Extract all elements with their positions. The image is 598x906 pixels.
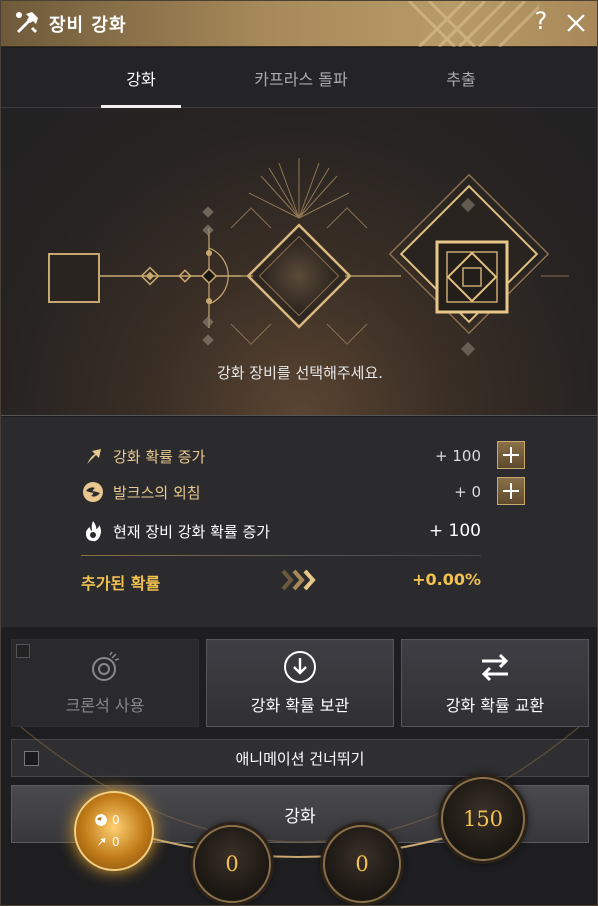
- material-orb-mid[interactable]: 0: [323, 825, 401, 903]
- added-chance-label: 추가된 확률: [81, 574, 161, 593]
- title-bar-pattern: [407, 1, 539, 47]
- exchange-chance-button[interactable]: 강화 확률 교환: [401, 639, 589, 727]
- stats-divider: [81, 555, 481, 556]
- enhancement-window: 장비 강화 ? 강화 카프라스 돌파 추출 강화 장비를 선택해주세요. 강화 …: [0, 0, 598, 906]
- chance-count-row: 0: [94, 831, 120, 853]
- arrow-up-icon: [87, 449, 101, 464]
- enhance-label: 강화: [284, 806, 316, 827]
- swap-arrows-icon: [481, 653, 509, 682]
- stat-row-enhance-chance: 강화 확률 증가 + 100: [81, 443, 481, 469]
- cron-stone-icon: [92, 651, 120, 681]
- tab-caphras-breakthrough[interactable]: 카프라스 돌파: [231, 48, 371, 108]
- actions-panel: 크론석 사용 강화 확률 보관 강화 확률 교환 애니메이션 건너뛰기 강화 0…: [1, 627, 597, 905]
- stat-row-current-chance: 현재 장비 강화 확률 증가 + 100: [81, 518, 481, 544]
- material-orb-left[interactable]: 0: [193, 825, 271, 903]
- add-enhance-chance-button[interactable]: [497, 441, 525, 469]
- valks-count-row: 0: [94, 809, 120, 831]
- hammer-wrench-icon: [16, 12, 38, 33]
- stat-label: 발크스의 외침: [113, 483, 201, 502]
- cron-label: 크론석 사용: [65, 696, 145, 715]
- stat-value: + 100: [435, 447, 481, 465]
- stat-label: 강화 확률 증가: [113, 447, 206, 466]
- valks-orb-icon: [83, 482, 103, 502]
- cost-orb[interactable]: 150: [441, 777, 525, 861]
- added-chance-row: 추가된 확률 +0.00%: [81, 567, 481, 595]
- tab-enhance[interactable]: 강화: [101, 48, 181, 108]
- valks-stack-orb[interactable]: 0 0: [74, 791, 154, 871]
- stat-label: 현재 장비 강화 확률 증가: [113, 522, 271, 541]
- help-button[interactable]: ?: [529, 7, 553, 39]
- skip-animation-label: 애니메이션 건너뛰기: [235, 749, 365, 768]
- stat-value: + 100: [428, 521, 481, 541]
- cron-checkbox[interactable]: [16, 644, 30, 658]
- exchange-label: 강화 확률 교환: [445, 696, 545, 715]
- flame-icon: [85, 521, 101, 542]
- enhancement-visual: 강화 장비를 선택해주세요.: [1, 108, 597, 416]
- window-title: 장비 강화: [49, 15, 127, 36]
- select-equipment-message: 강화 장비를 선택해주세요.: [216, 364, 384, 382]
- store-label: 강화 확률 보관: [250, 696, 350, 715]
- add-valks-cry-button[interactable]: [497, 477, 525, 505]
- download-circle-icon: [284, 651, 316, 683]
- valks-count: 0: [112, 813, 120, 827]
- close-icon[interactable]: [563, 9, 589, 37]
- use-cron-stone-button[interactable]: 크론석 사용: [11, 639, 199, 727]
- stats-panel: 강화 확률 증가 + 100 발크스의 외침 + 0 현재 장비 강화 확률 증…: [1, 417, 597, 627]
- skip-animation-toggle[interactable]: 애니메이션 건너뛰기: [11, 739, 589, 777]
- skip-animation-checkbox[interactable]: [24, 751, 39, 766]
- rays-decoration: [248, 158, 350, 219]
- item-slot[interactable]: [48, 253, 100, 303]
- arrow-up-icon: [97, 837, 106, 847]
- chance-count: 0: [112, 835, 120, 849]
- valks-orb-icon: [95, 814, 107, 826]
- stat-row-valks-cry: 발크스의 외침 + 0: [81, 479, 481, 505]
- title-bar[interactable]: 장비 강화 ?: [1, 1, 597, 47]
- added-chance-value: +0.00%: [412, 570, 481, 589]
- store-chance-button[interactable]: 강화 확률 보관: [206, 639, 394, 727]
- center-diamond: [246, 223, 352, 329]
- stat-value: + 0: [454, 483, 481, 501]
- tab-bar: 강화 카프라스 돌파 추출: [1, 48, 597, 108]
- tab-extract[interactable]: 추출: [421, 48, 501, 108]
- chevrons-right-icon: [281, 569, 316, 591]
